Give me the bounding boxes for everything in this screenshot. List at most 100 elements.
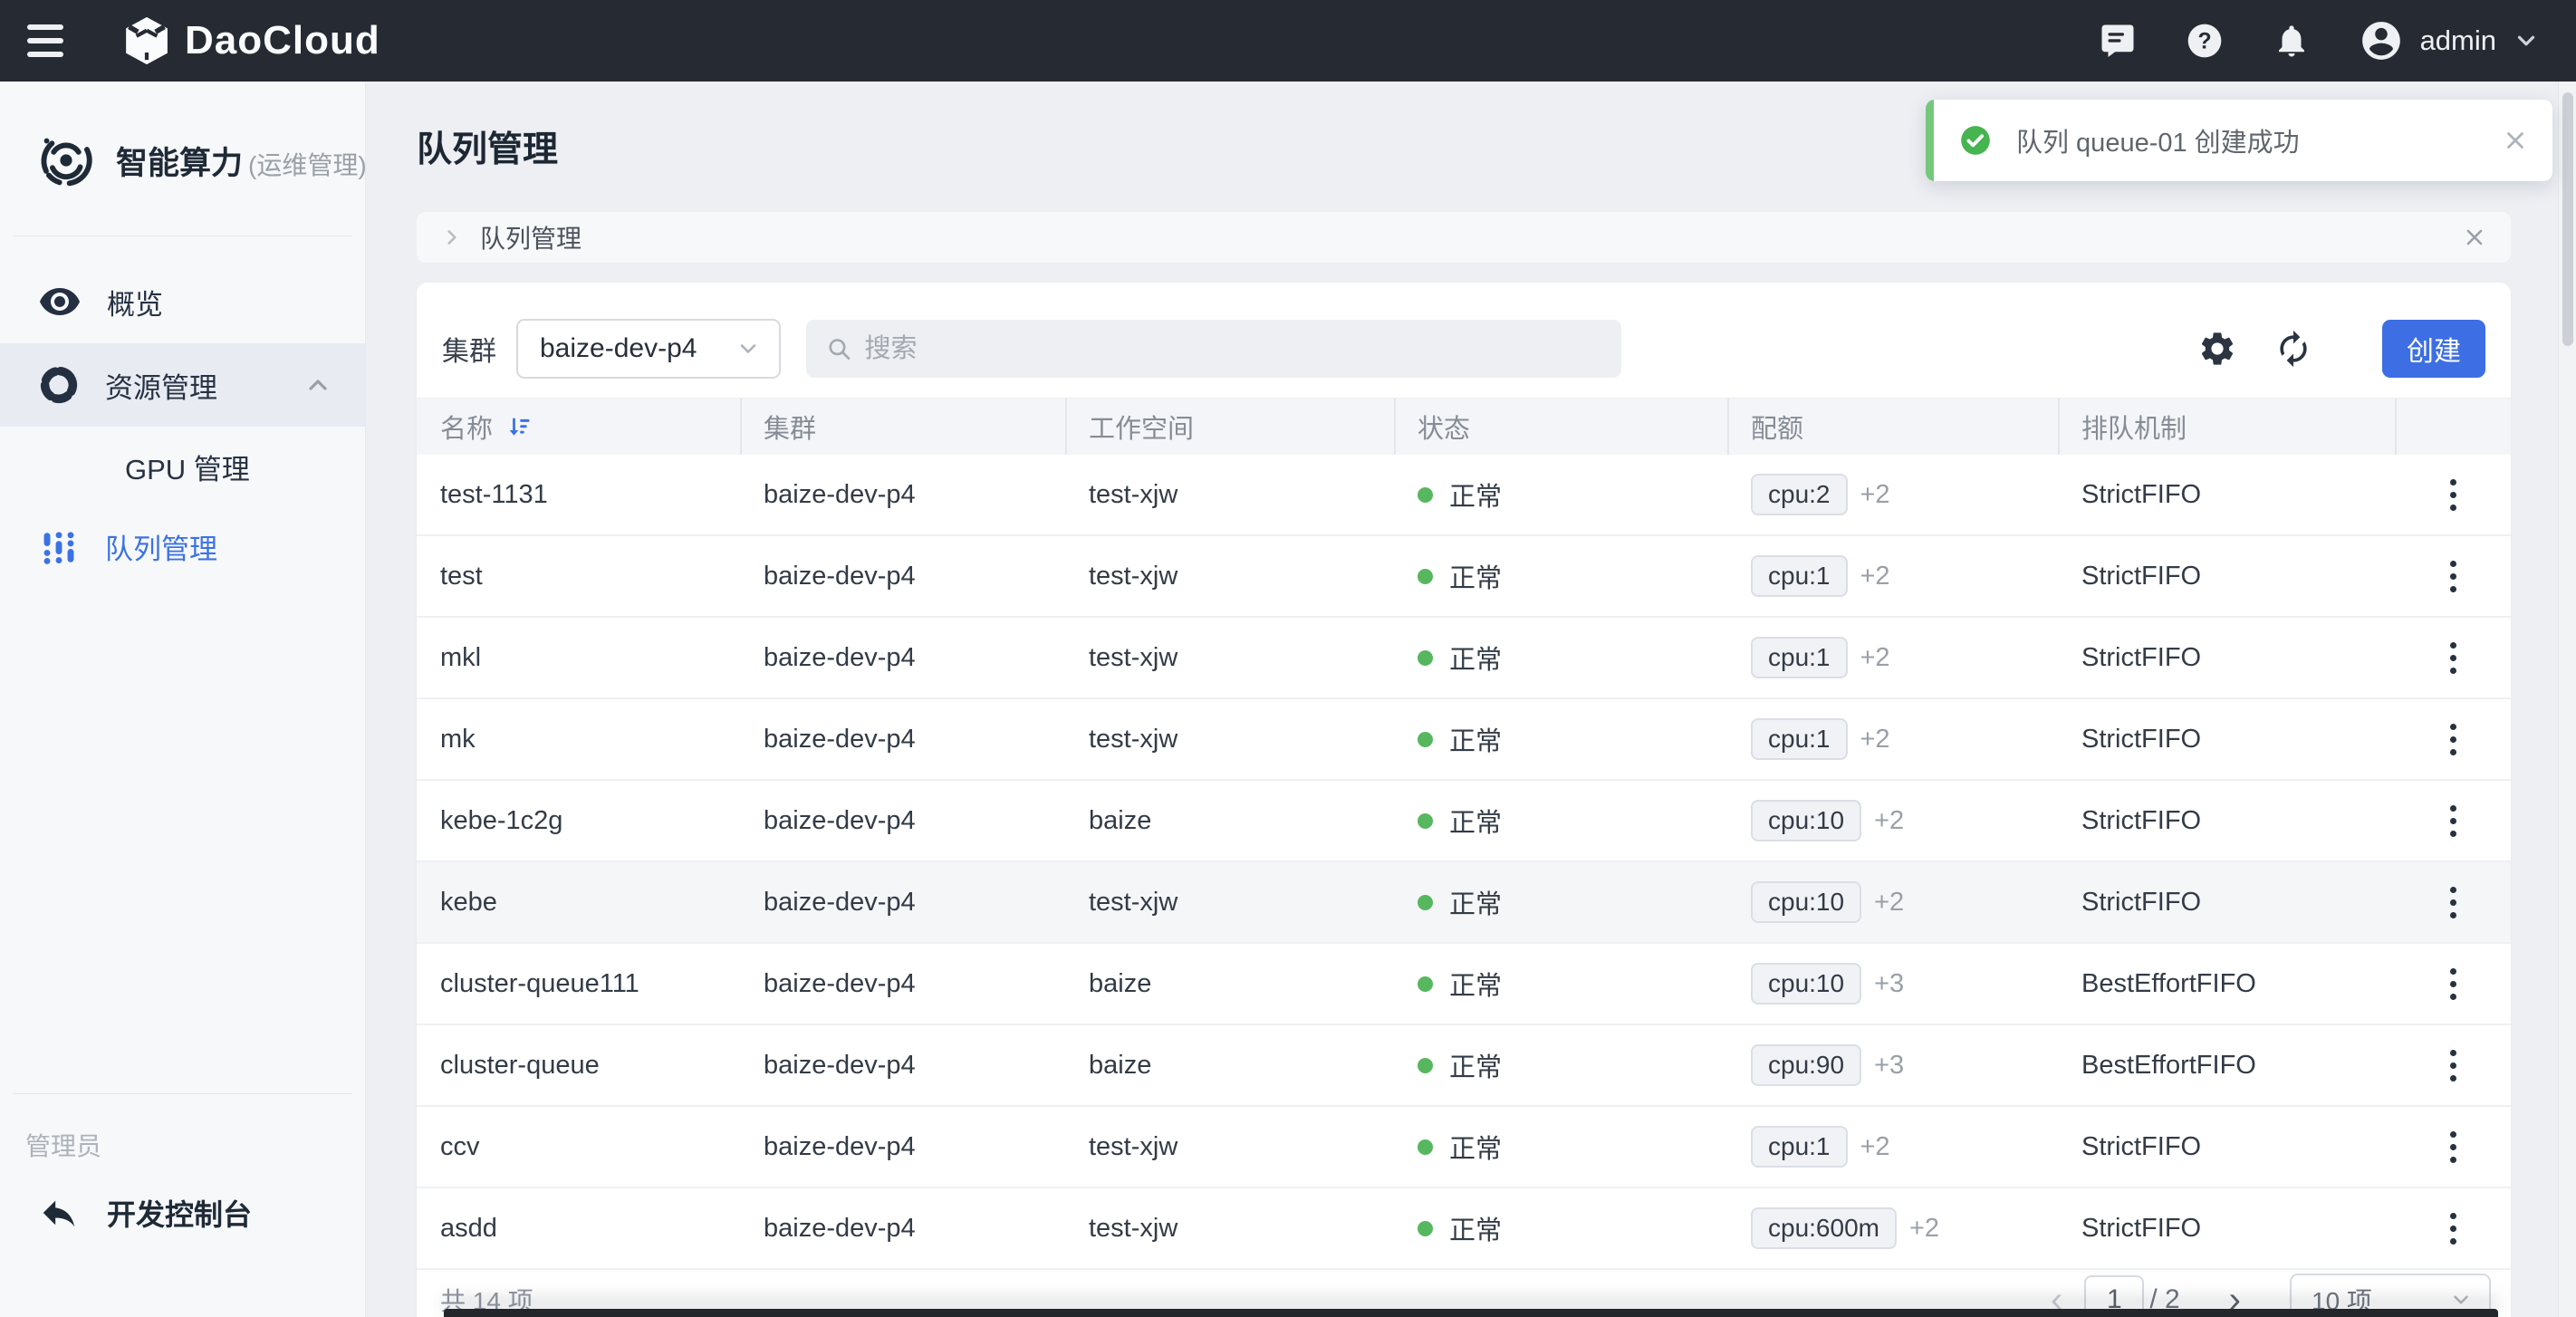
quota-extra: +2 [1860, 725, 1890, 755]
message-icon[interactable] [2098, 21, 2138, 61]
row-menu-icon[interactable] [2443, 716, 2464, 763]
cell-text: baize [1089, 806, 1151, 836]
row-menu-icon[interactable] [2443, 1124, 2464, 1170]
table-row[interactable]: testbaize-dev-p4test-xjw正常cpu:1+2StrictF… [417, 536, 2511, 618]
bell-icon[interactable] [2272, 21, 2312, 61]
table-row[interactable]: test-1131baize-dev-p4test-xjw正常cpu:2+2St… [417, 455, 2511, 536]
gear-icon[interactable] [2196, 327, 2239, 370]
row-menu-icon[interactable] [2443, 472, 2464, 518]
status-dot [1418, 1058, 1433, 1073]
product-suffix: (运维管理) [248, 151, 367, 179]
table-row[interactable]: mklbaize-dev-p4test-xjw正常cpu:1+2StrictFI… [417, 618, 2511, 699]
sidebar-item-dev-console[interactable]: 开发控制台 [0, 1172, 365, 1254]
scrollbar-track[interactable] [2558, 82, 2576, 1317]
cell-text: baize-dev-p4 [764, 643, 916, 673]
actions-cell [2395, 699, 2511, 779]
column-header-status[interactable]: 状态 [1394, 399, 1727, 455]
status-dot [1418, 1139, 1433, 1155]
menu-toggle-icon[interactable] [27, 24, 63, 57]
cell-text: StrictFIFO [2081, 888, 2201, 918]
row-menu-icon[interactable] [2443, 635, 2464, 681]
sidebar-item-queue-management[interactable]: 队列管理 [0, 506, 365, 586]
sidebar-item-overview[interactable]: 概览 [0, 260, 365, 343]
product-logo-icon [36, 130, 96, 190]
row-menu-icon[interactable] [2443, 1043, 2464, 1089]
breadcrumb-item: 队列管理 [480, 219, 582, 255]
quota-cell: cpu:10+3 [1727, 944, 2058, 1024]
cell-text: baize [1089, 969, 1151, 999]
create-button[interactable]: 创建 [2382, 320, 2485, 378]
daocloud-logo-icon [123, 15, 170, 66]
quota-chip: cpu:90 [1751, 1044, 1861, 1086]
filter-row: 集群 baize-dev-p4 创建 [417, 283, 2511, 398]
status-cell: 正常 [1394, 1107, 1727, 1187]
row-menu-icon[interactable] [2443, 553, 2464, 600]
cell-text: baize-dev-p4 [764, 725, 916, 755]
cell-text: test-xjw [1089, 562, 1177, 591]
quota-cell: cpu:600m+2 [1727, 1188, 2058, 1268]
column-header-name[interactable]: 名称 [417, 399, 740, 455]
status-text: 正常 [1449, 1209, 1502, 1247]
chevron-down-icon [735, 336, 761, 361]
row-menu-icon[interactable] [2443, 961, 2464, 1007]
quota-cell: cpu:90+3 [1727, 1025, 2058, 1105]
table-row[interactable]: ccvbaize-dev-p4test-xjw正常cpu:1+2StrictFI… [417, 1107, 2511, 1188]
cluster-cell: baize-dev-p4 [740, 618, 1065, 697]
sidebar-item-resource-management[interactable]: 资源管理 [0, 343, 365, 427]
workspace-cell: test-xjw [1065, 1107, 1394, 1187]
mechanism-cell: StrictFIFO [2058, 1107, 2395, 1187]
row-menu-icon[interactable] [2443, 880, 2464, 926]
actions-cell [2395, 455, 2511, 534]
quota-extra: +2 [1860, 1132, 1890, 1162]
column-header-workspace[interactable]: 工作空间 [1065, 399, 1394, 455]
quota-extra: +2 [1874, 888, 1904, 918]
scrollbar-thumb[interactable] [2562, 92, 2573, 346]
cluster-cell: baize-dev-p4 [740, 862, 1065, 942]
refresh-icon[interactable] [2272, 327, 2315, 370]
queue-name-cell: mkl [417, 618, 740, 697]
queue-name: asdd [440, 1214, 497, 1244]
product-title: 智能算力(运维管理) [116, 138, 367, 184]
cell-text: baize-dev-p4 [764, 1051, 916, 1081]
breadcrumb-close-icon[interactable] [2462, 225, 2487, 250]
search-input[interactable] [865, 334, 1601, 364]
table-row[interactable]: cluster-queuebaize-dev-p4baize正常cpu:90+3… [417, 1025, 2511, 1107]
help-icon[interactable]: ? [2185, 21, 2225, 61]
status-text: 正常 [1449, 1128, 1502, 1166]
cell-text: StrictFIFO [2081, 562, 2201, 591]
actions-cell [2395, 862, 2511, 942]
sort-icon[interactable] [505, 413, 533, 440]
column-header-mechanism[interactable]: 排队机制 [2058, 399, 2395, 455]
workspace-cell: test-xjw [1065, 1188, 1394, 1268]
row-menu-icon[interactable] [2443, 798, 2464, 844]
sidebar-item-label: 开发控制台 [107, 1192, 252, 1234]
cluster-select-value: baize-dev-p4 [540, 333, 697, 364]
table-row[interactable]: kebebaize-dev-p4test-xjw正常cpu:10+2Strict… [417, 862, 2511, 944]
status-cell: 正常 [1394, 862, 1727, 942]
row-menu-icon[interactable] [2443, 1206, 2464, 1252]
status-cell: 正常 [1394, 944, 1727, 1024]
chevron-up-icon [303, 370, 332, 399]
column-header-cluster[interactable]: 集群 [740, 399, 1065, 455]
table-row[interactable]: kebe-1c2gbaize-dev-p4baize正常cpu:10+2Stri… [417, 781, 2511, 862]
bottom-cutoff-bar [444, 1309, 2498, 1317]
actions-cell [2395, 1025, 2511, 1105]
user-menu[interactable]: admin [2359, 18, 2540, 63]
cluster-select[interactable]: baize-dev-p4 [516, 319, 781, 379]
cell-text: baize-dev-p4 [764, 806, 916, 836]
quota-extra: +2 [1860, 562, 1890, 591]
column-header-quota[interactable]: 配额 [1727, 399, 2058, 455]
sidebar-item-gpu-management[interactable]: GPU 管理 [0, 427, 365, 506]
cell-text: baize [1089, 1051, 1151, 1081]
quota-cell: cpu:10+2 [1727, 862, 2058, 942]
toast-close-icon[interactable] [2502, 127, 2529, 154]
cluster-cell: baize-dev-p4 [740, 1025, 1065, 1105]
status-cell: 正常 [1394, 699, 1727, 779]
cell-text: baize-dev-p4 [764, 562, 916, 591]
table-row[interactable]: cluster-queue111baize-dev-p4baize正常cpu:1… [417, 944, 2511, 1025]
status-cell: 正常 [1394, 781, 1727, 860]
quota-cell: cpu:1+2 [1727, 699, 2058, 779]
chevron-right-icon[interactable] [440, 226, 464, 249]
table-row[interactable]: mkbaize-dev-p4test-xjw正常cpu:1+2StrictFIF… [417, 699, 2511, 781]
table-row[interactable]: asddbaize-dev-p4test-xjw正常cpu:600m+2Stri… [417, 1188, 2511, 1270]
